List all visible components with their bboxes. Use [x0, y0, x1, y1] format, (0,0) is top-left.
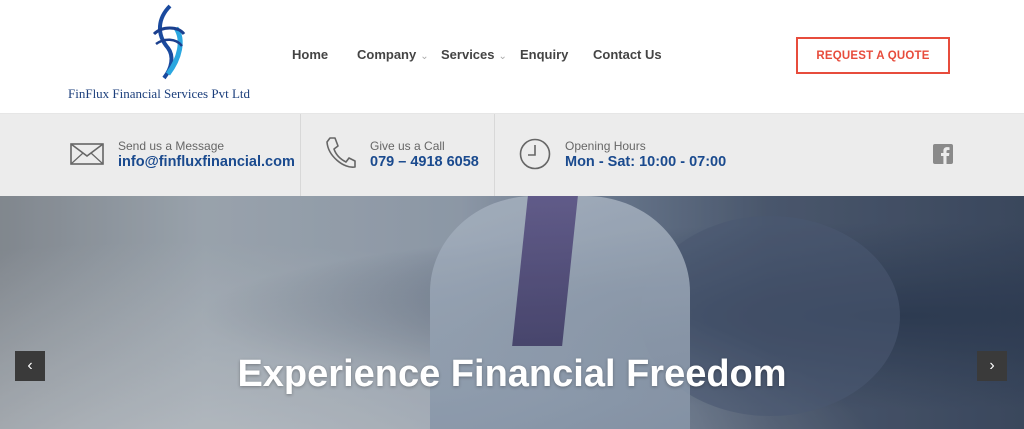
logo[interactable]: FinFlux Financial Services Pvt Ltd	[60, 4, 280, 104]
logo-mark-icon	[152, 4, 186, 80]
envelope-icon	[70, 143, 104, 165]
slider-next-button[interactable]: ›	[977, 351, 1007, 381]
divider	[300, 114, 301, 196]
nav-services[interactable]: Services ⌄	[441, 47, 507, 62]
chevron-down-icon: ⌄	[498, 51, 507, 62]
contact-info-bar: Send us a Message info@finfluxfinancial.…	[0, 114, 1024, 196]
phone-info[interactable]: Give us a Call 079 – 4918 6058	[324, 114, 494, 196]
phone-icon	[326, 137, 356, 168]
hours-value: Mon - Sat: 10:00 - 07:00	[565, 154, 727, 170]
clock-icon	[519, 138, 551, 170]
nav-label: Home	[292, 47, 329, 62]
divider	[494, 114, 495, 196]
nav-label: Contact Us	[593, 47, 662, 62]
nav-label: Enquiry	[520, 47, 569, 62]
facebook-glyph	[941, 147, 950, 164]
company-name: FinFlux Financial Services Pvt Ltd	[68, 86, 250, 101]
email-value[interactable]: info@finfluxfinancial.com	[118, 154, 295, 170]
email-label: Send us a Message	[118, 139, 225, 153]
nav-company[interactable]: Company ⌄	[357, 47, 429, 62]
hero-title: Experience Financial Freedom	[237, 353, 787, 395]
hero-slider: Experience Financial Freedom ‹ ›	[0, 196, 1024, 429]
email-info[interactable]: Send us a Message info@finfluxfinancial.…	[70, 114, 300, 196]
nav-enquiry[interactable]: Enquiry	[520, 47, 568, 62]
phone-value[interactable]: 079 – 4918 6058	[370, 154, 479, 170]
hours-label: Opening Hours	[565, 139, 646, 153]
phone-label: Give us a Call	[370, 139, 445, 153]
nav-contact-us[interactable]: Contact Us	[593, 47, 662, 62]
chevron-right-icon: ›	[989, 357, 995, 374]
chevron-left-icon: ‹	[27, 357, 33, 374]
nav-label: Company	[357, 47, 417, 62]
request-quote-button[interactable]: REQUEST A QUOTE	[796, 37, 950, 74]
chevron-down-icon: ⌄	[420, 51, 429, 62]
hours-info: Opening Hours Mon - Sat: 10:00 - 07:00	[519, 114, 739, 196]
nav-label: Services	[441, 47, 495, 62]
slider-prev-button[interactable]: ‹	[15, 351, 45, 381]
nav-home[interactable]: Home	[292, 47, 328, 62]
site-header: FinFlux Financial Services Pvt Ltd Home …	[0, 0, 1024, 114]
facebook-icon[interactable]	[933, 144, 953, 164]
